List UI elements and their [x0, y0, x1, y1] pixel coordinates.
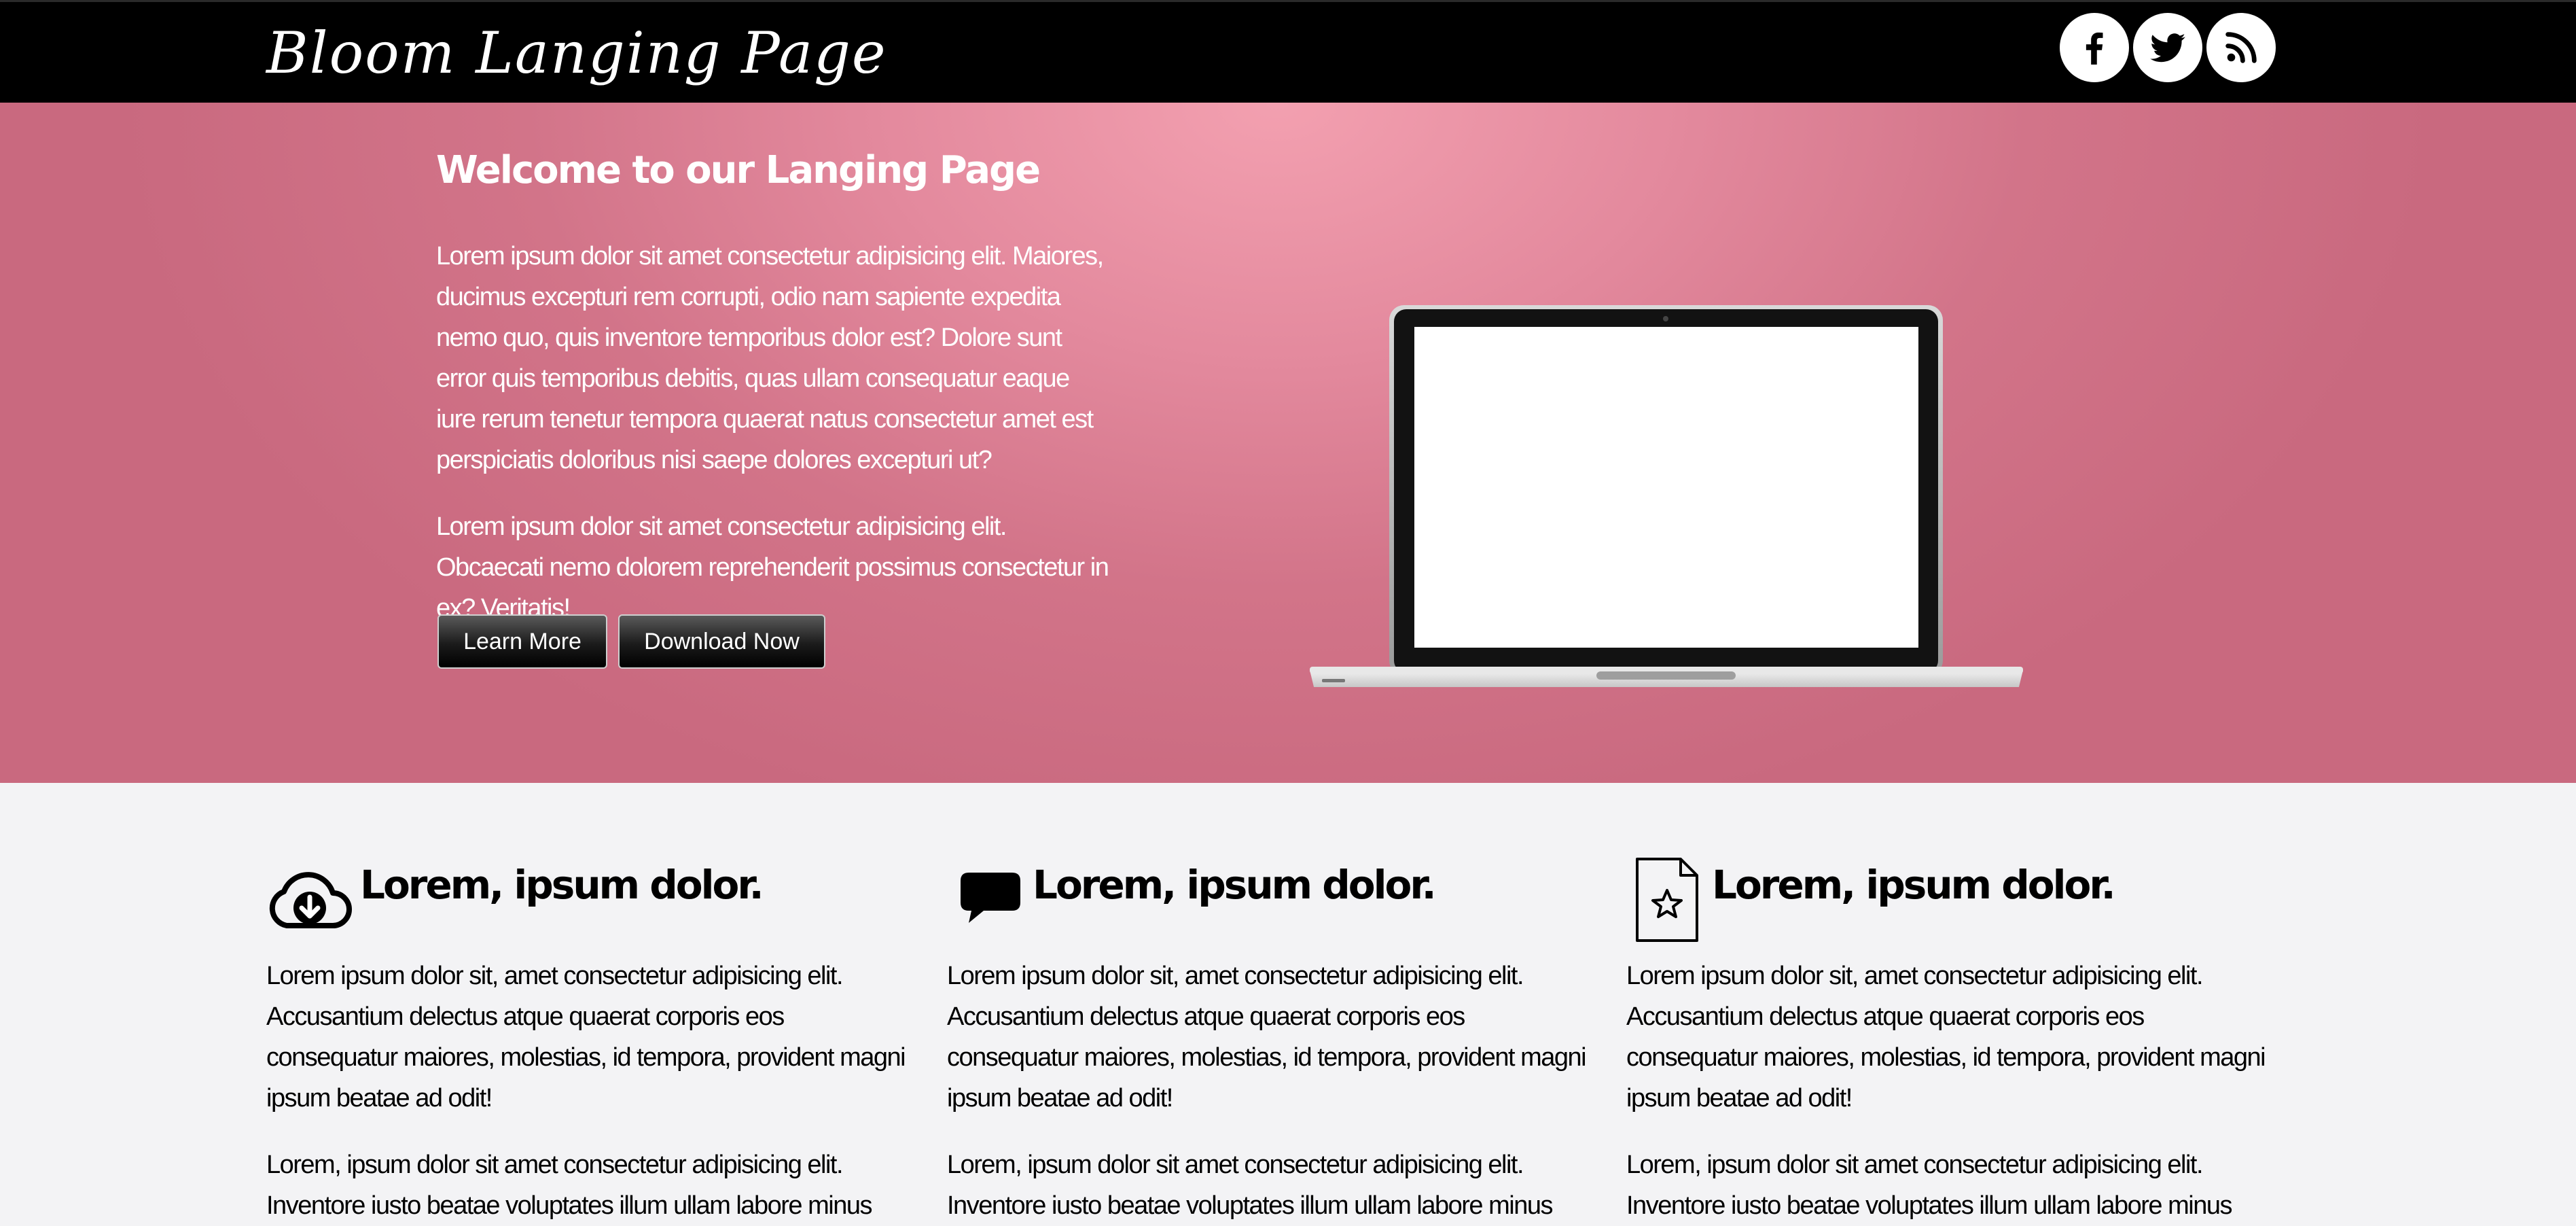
feature-title-2: Lorem, ipsum dolor.	[1033, 862, 1437, 908]
laptop-image	[1310, 305, 2023, 687]
feature-3-paragraph-1: Lorem ipsum dolor sit, amet consectetur …	[1626, 962, 2266, 1113]
feature-1-paragraph-2: Lorem, ipsum dolor sit amet consectetur …	[266, 1151, 872, 1220]
learn-more-button[interactable]: Learn More	[437, 614, 607, 669]
feature-1-paragraph-1: Lorem ipsum dolor sit, amet consectetur …	[266, 962, 906, 1113]
feature-title-3: Lorem, ipsum dolor.	[1712, 862, 2116, 908]
top-navbar: Bloom Langing Page	[0, 0, 2576, 103]
hero-paragraph-1: Lorem ipsum dolor sit amet consectetur a…	[436, 242, 1104, 474]
chat-bubble-icon	[961, 873, 1020, 923]
feature-3-paragraph-2: Lorem, ipsum dolor sit amet consectetur …	[1626, 1151, 2232, 1220]
rss-link[interactable]	[2206, 13, 2276, 82]
hero-paragraph-2: Lorem ipsum dolor sit amet consectetur a…	[436, 512, 1109, 623]
rss-icon	[2225, 32, 2257, 63]
feature-title-1: Lorem, ipsum dolor.	[360, 862, 764, 908]
facebook-icon	[2086, 32, 2103, 65]
hero-title: Welcome to our Langing Page	[436, 148, 1041, 192]
hero-section: Welcome to our Langing Page Lorem ipsum …	[0, 103, 2576, 783]
twitter-icon	[2150, 33, 2185, 63]
brand-logo-text[interactable]: Bloom Langing Page	[266, 9, 887, 97]
cloud-download-icon	[269, 872, 352, 928]
feature-2-paragraph-2: Lorem, ipsum dolor sit amet consectetur …	[947, 1151, 1553, 1220]
feature-2-paragraph-1: Lorem ipsum dolor sit, amet consectetur …	[947, 962, 1587, 1113]
download-now-button[interactable]: Download Now	[618, 614, 825, 669]
document-star-icon	[1636, 858, 1698, 942]
twitter-link[interactable]	[2133, 13, 2202, 82]
facebook-link[interactable]	[2060, 13, 2129, 82]
